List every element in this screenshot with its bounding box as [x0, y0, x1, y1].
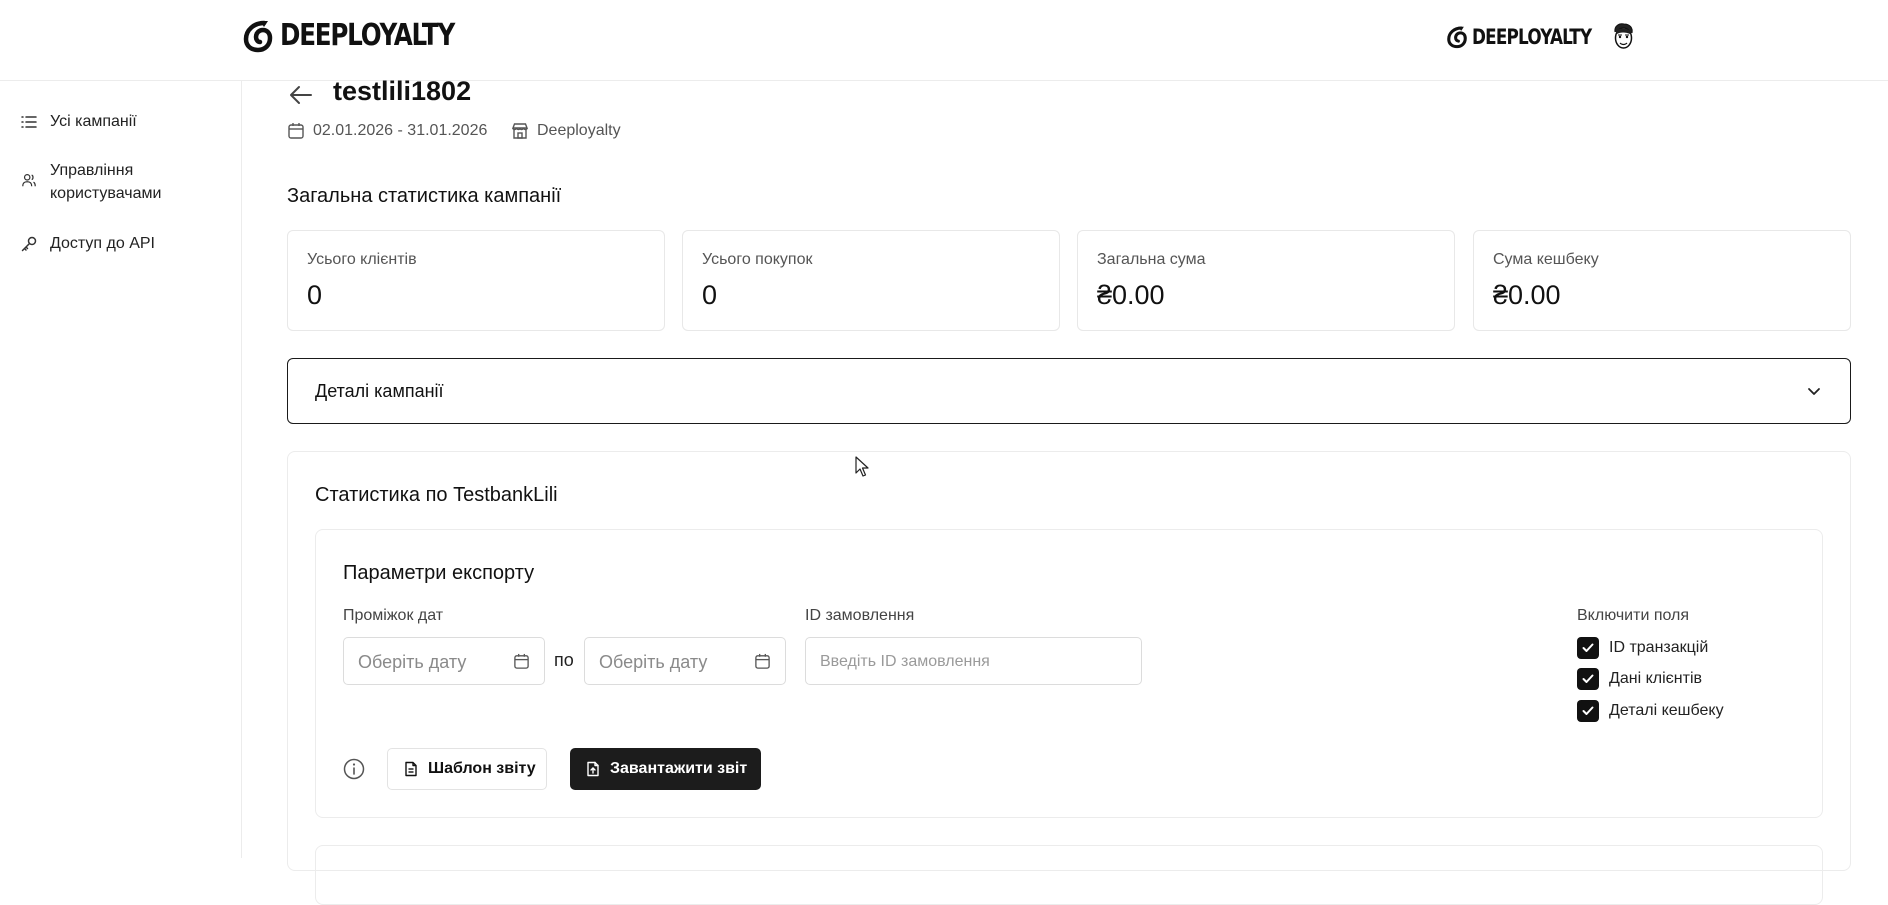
sidebar-item-all-campaigns[interactable]: Усі кампанії	[20, 110, 137, 133]
stat-value: ₴0.00	[1493, 280, 1561, 310]
calendar-icon	[514, 653, 529, 669]
campaign-store: Deeployalty	[511, 122, 621, 140]
page-title: testlili1802	[333, 76, 472, 106]
stat-label: Усього клієнтів	[307, 251, 417, 268]
stat-label: Усього покупок	[702, 251, 813, 268]
partner-brand-name: DEEPLOYALTY	[1472, 25, 1592, 49]
back-arrow-icon[interactable]	[288, 84, 314, 106]
checkbox-checked[interactable]	[1577, 700, 1599, 722]
stat-card-total-purchases: Усього покупок 0	[682, 230, 1060, 331]
store-icon	[511, 123, 529, 139]
campaign-date-range: 02.01.2026 - 31.01.2026	[313, 122, 488, 139]
check-icon	[1582, 674, 1594, 683]
bank-stats-title: Статистика по TestbankLili	[315, 484, 558, 506]
export-title: Параметри експорту	[343, 562, 535, 584]
date-range-label: Проміжок дат	[343, 607, 444, 624]
calendar-icon	[288, 123, 304, 139]
order-id-input[interactable]: Введіть ID замовлення	[805, 637, 1142, 685]
info-icon[interactable]	[343, 758, 365, 780]
checkbox-cashback-details[interactable]: Деталі кешбеку	[1577, 700, 1724, 722]
stat-value: 0	[702, 280, 718, 310]
sidebar-item-label: Доступ до API	[50, 235, 155, 252]
list-icon	[21, 116, 37, 128]
stat-value: 0	[307, 280, 323, 310]
checkbox-label: ID транзакцій	[1609, 639, 1709, 656]
chevron-down-icon	[1808, 388, 1820, 395]
date-from-placeholder: Оберіть дату	[358, 652, 467, 672]
campaign-dates: 02.01.2026 - 31.01.2026	[287, 122, 487, 140]
date-from-picker[interactable]: Оберіть дату	[343, 637, 545, 685]
deeployalty-logo-icon	[1447, 26, 1467, 49]
deeployalty-logo-icon	[243, 20, 273, 52]
accordion-label: Деталі кампанії	[315, 381, 444, 401]
mouse-cursor-icon	[855, 456, 869, 477]
user-avatar[interactable]	[1608, 22, 1638, 54]
report-template-button[interactable]: Шаблон звіту	[387, 748, 547, 790]
include-fields-label: Включити поля	[1577, 607, 1690, 624]
sidebar-item-api-access[interactable]: Доступ до API	[20, 232, 155, 255]
stat-card-total-sum: Загальна сума ₴0.00	[1077, 230, 1455, 331]
sidebar-item-user-management[interactable]: Управління користувачами	[20, 159, 220, 205]
date-to-picker[interactable]: Оберіть дату	[584, 637, 786, 685]
checkbox-checked[interactable]	[1577, 668, 1599, 690]
calendar-icon	[755, 653, 770, 669]
check-icon	[1582, 706, 1594, 715]
stat-card-total-clients: Усього клієнтів 0	[287, 230, 665, 331]
file-upload-icon	[587, 761, 599, 777]
campaign-store-name: Deeployalty	[537, 122, 621, 139]
top-bar: DEEPLOYALTY DEEPLOYALTY	[0, 0, 1888, 81]
overview-title: Загальна статистика кампанії	[287, 185, 562, 207]
checkbox-checked[interactable]	[1577, 637, 1599, 659]
sidebar-item-label: Управління користувачами	[50, 162, 162, 202]
brand-logo[interactable]: DEEPLOYALTY	[242, 18, 492, 53]
date-separator: по	[554, 650, 574, 670]
stat-card-cashback-sum: Сума кешбеку ₴0.00	[1473, 230, 1851, 331]
brand-name: DEEPLOYALTY	[280, 18, 455, 53]
button-label: Шаблон звіту	[428, 760, 536, 777]
document-icon	[405, 761, 417, 777]
sidebar-item-label: Усі кампанії	[50, 113, 137, 130]
order-id-label: ID замовлення	[805, 607, 915, 624]
campaign-details-accordion[interactable]: Деталі кампанії	[287, 358, 1851, 424]
date-to-placeholder: Оберіть дату	[599, 652, 708, 672]
key-icon	[21, 236, 37, 252]
order-id-placeholder: Введіть ID замовлення	[820, 653, 990, 670]
check-icon	[1582, 643, 1594, 652]
partner-logo: DEEPLOYALTY	[1446, 25, 1621, 49]
next-card	[315, 845, 1823, 905]
stat-value: ₴0.00	[1097, 280, 1165, 310]
checkbox-label: Дані клієнтів	[1609, 670, 1703, 687]
stat-label: Сума кешбеку	[1493, 251, 1599, 268]
checkbox-client-data[interactable]: Дані клієнтів	[1577, 668, 1702, 690]
users-icon	[22, 174, 36, 187]
download-report-button[interactable]: Завантажити звіт	[570, 748, 761, 790]
checkbox-label: Деталі кешбеку	[1609, 702, 1724, 719]
stat-label: Загальна сума	[1097, 251, 1206, 268]
checkbox-transaction-id[interactable]: ID транзакцій	[1577, 637, 1708, 659]
button-label: Завантажити звіт	[610, 760, 748, 777]
